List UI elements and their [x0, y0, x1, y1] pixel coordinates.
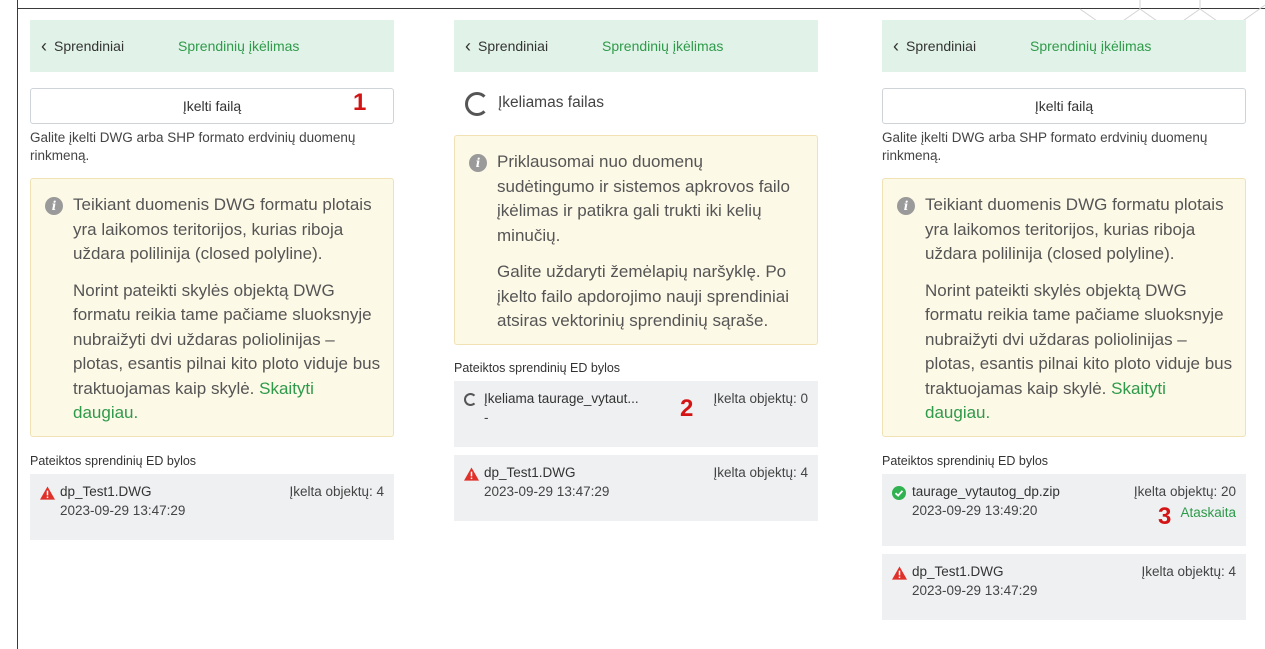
back-label: Sprendiniai	[478, 38, 549, 54]
file-date: 2023-09-29 13:47:29	[484, 483, 610, 499]
back-label: Sprendiniai	[906, 38, 977, 54]
back-button[interactable]: ‹ Sprendiniai	[893, 20, 976, 72]
section-title: Pateiktos sprendinių ED bylos	[454, 360, 621, 375]
info-icon: i	[45, 197, 63, 215]
file-object-count: Įkelta objektų: 4	[1141, 563, 1236, 579]
uploading-prefix: Įkeliama	[484, 390, 535, 406]
file-object-count: Įkelta objektų: 4	[289, 483, 384, 499]
info-alert: i Teikiant duomenis DWG formatu plotais …	[30, 178, 394, 437]
chevron-left-icon: ‹	[41, 36, 47, 56]
annotation-marker-3: 3	[1158, 502, 1172, 530]
panel-header: ‹ Sprendiniai Sprendinių įkėlimas	[882, 20, 1246, 72]
alert-paragraph-2: Norint pateikti skylės objektą DWG forma…	[73, 279, 381, 426]
info-alert: i Priklausomai nuo duomenų sudėtingumo i…	[454, 135, 818, 345]
upload-file-button[interactable]: Įkelti failą 1	[30, 88, 394, 124]
alert-paragraph-2: Norint pateikti skylės objektą DWG forma…	[925, 279, 1233, 426]
file-list-item-success[interactable]: taurage_vytautog_dp.zip 2023-09-29 13:49…	[882, 473, 1246, 546]
file-name: Įkeliama taurage_vytaut...	[484, 391, 639, 406]
loading-spinner-icon	[465, 92, 489, 116]
upload-hint: Galite įkelti DWG arba SHP formato erdvi…	[882, 130, 1208, 163]
loading-status: Įkeliamas failas	[454, 88, 818, 122]
file-list-item-uploading[interactable]: Įkeliama taurage_vytaut... - Įkelta obje…	[454, 380, 818, 447]
loading-spinner-icon	[464, 392, 477, 406]
alert-paragraph-1: Teikiant duomenis DWG formatu plotais yr…	[925, 195, 1224, 263]
chevron-left-icon: ‹	[893, 36, 899, 56]
upload-file-button[interactable]: Įkelti failą	[882, 88, 1246, 124]
file-date: 2023-09-29 13:49:20	[912, 502, 1038, 518]
alert-paragraph-1: Teikiant duomenis DWG formatu plotais yr…	[73, 195, 372, 263]
file-date: 2023-09-29 13:47:29	[912, 582, 1038, 598]
panel-uploading: ‹ Sprendiniai Sprendinių įkėlimas Įkelia…	[454, 20, 818, 521]
upload-button-label: Įkelti failą	[182, 98, 242, 114]
annotation-marker-1: 1	[353, 89, 367, 116]
panel-upload-complete: ‹ Sprendiniai Sprendinių įkėlimas Įkelti…	[882, 20, 1246, 620]
file-name: dp_Test1.DWG	[912, 563, 1004, 579]
file-list-item[interactable]: dp_Test1.DWG 2023-09-29 13:47:29 Įkelta …	[30, 473, 394, 540]
alert-paragraph-2: Galite uždaryti žemėlapių naršyklę. Po į…	[497, 262, 790, 330]
warning-icon	[892, 565, 907, 580]
check-circle-icon	[892, 485, 906, 500]
file-list-item[interactable]: dp_Test1.DWG 2023-09-29 13:47:29 Įkelta …	[882, 553, 1246, 620]
warning-icon	[464, 466, 479, 481]
info-alert: i Teikiant duomenis DWG formatu plotais …	[882, 178, 1246, 437]
warning-icon	[40, 485, 55, 500]
back-label: Sprendiniai	[54, 38, 125, 54]
info-icon: i	[897, 197, 915, 215]
page-title: Sprendinių įkėlimas	[178, 38, 300, 54]
file-date: -	[484, 409, 489, 425]
loading-text: Įkeliamas failas	[498, 94, 604, 111]
file-object-count: Įkelta objektų: 4	[713, 464, 808, 480]
alert-paragraph-2-text: Norint pateikti skylės objektą DWG forma…	[73, 280, 381, 398]
chevron-left-icon: ‹	[465, 36, 471, 56]
uploading-file-name: taurage_vytaut...	[538, 390, 639, 406]
file-name: dp_Test1.DWG	[484, 464, 576, 480]
file-list-item[interactable]: dp_Test1.DWG 2023-09-29 13:47:29 Įkelta …	[454, 454, 818, 521]
annotation-marker-2: 2	[680, 394, 694, 422]
panel-header: ‹ Sprendiniai Sprendinių įkėlimas	[30, 20, 394, 72]
page-title: Sprendinių įkėlimas	[1030, 38, 1152, 54]
panel-header: ‹ Sprendiniai Sprendinių įkėlimas	[454, 20, 818, 72]
file-object-count: Įkelta objektų: 20	[1133, 483, 1236, 499]
file-date: 2023-09-29 13:47:29	[60, 502, 186, 518]
page-title: Sprendinių įkėlimas	[602, 38, 724, 54]
back-button[interactable]: ‹ Sprendiniai	[465, 20, 548, 72]
file-object-count: Įkelta objektų: 0	[713, 390, 808, 406]
section-title: Pateiktos sprendinių ED bylos	[30, 453, 197, 468]
report-link[interactable]: Ataskaita	[1180, 505, 1236, 520]
info-icon: i	[469, 154, 487, 172]
file-name: taurage_vytautog_dp.zip	[912, 483, 1060, 499]
frame-top-border	[17, 8, 1265, 9]
section-title: Pateiktos sprendinių ED bylos	[882, 453, 1049, 468]
frame-left-border	[17, 0, 18, 649]
back-button[interactable]: ‹ Sprendiniai	[41, 20, 124, 72]
alert-paragraph-1: Priklausomai nuo duomenų sudėtingumo ir …	[497, 152, 790, 245]
panel-upload-initial: ‹ Sprendiniai Sprendinių įkėlimas Įkelti…	[30, 20, 394, 540]
file-name: dp_Test1.DWG	[60, 483, 152, 499]
upload-button-label: Įkelti failą	[1034, 98, 1094, 114]
upload-hint: Galite įkelti DWG arba SHP formato erdvi…	[30, 130, 356, 163]
alert-paragraph-2-text: Norint pateikti skylės objektą DWG forma…	[925, 280, 1233, 398]
